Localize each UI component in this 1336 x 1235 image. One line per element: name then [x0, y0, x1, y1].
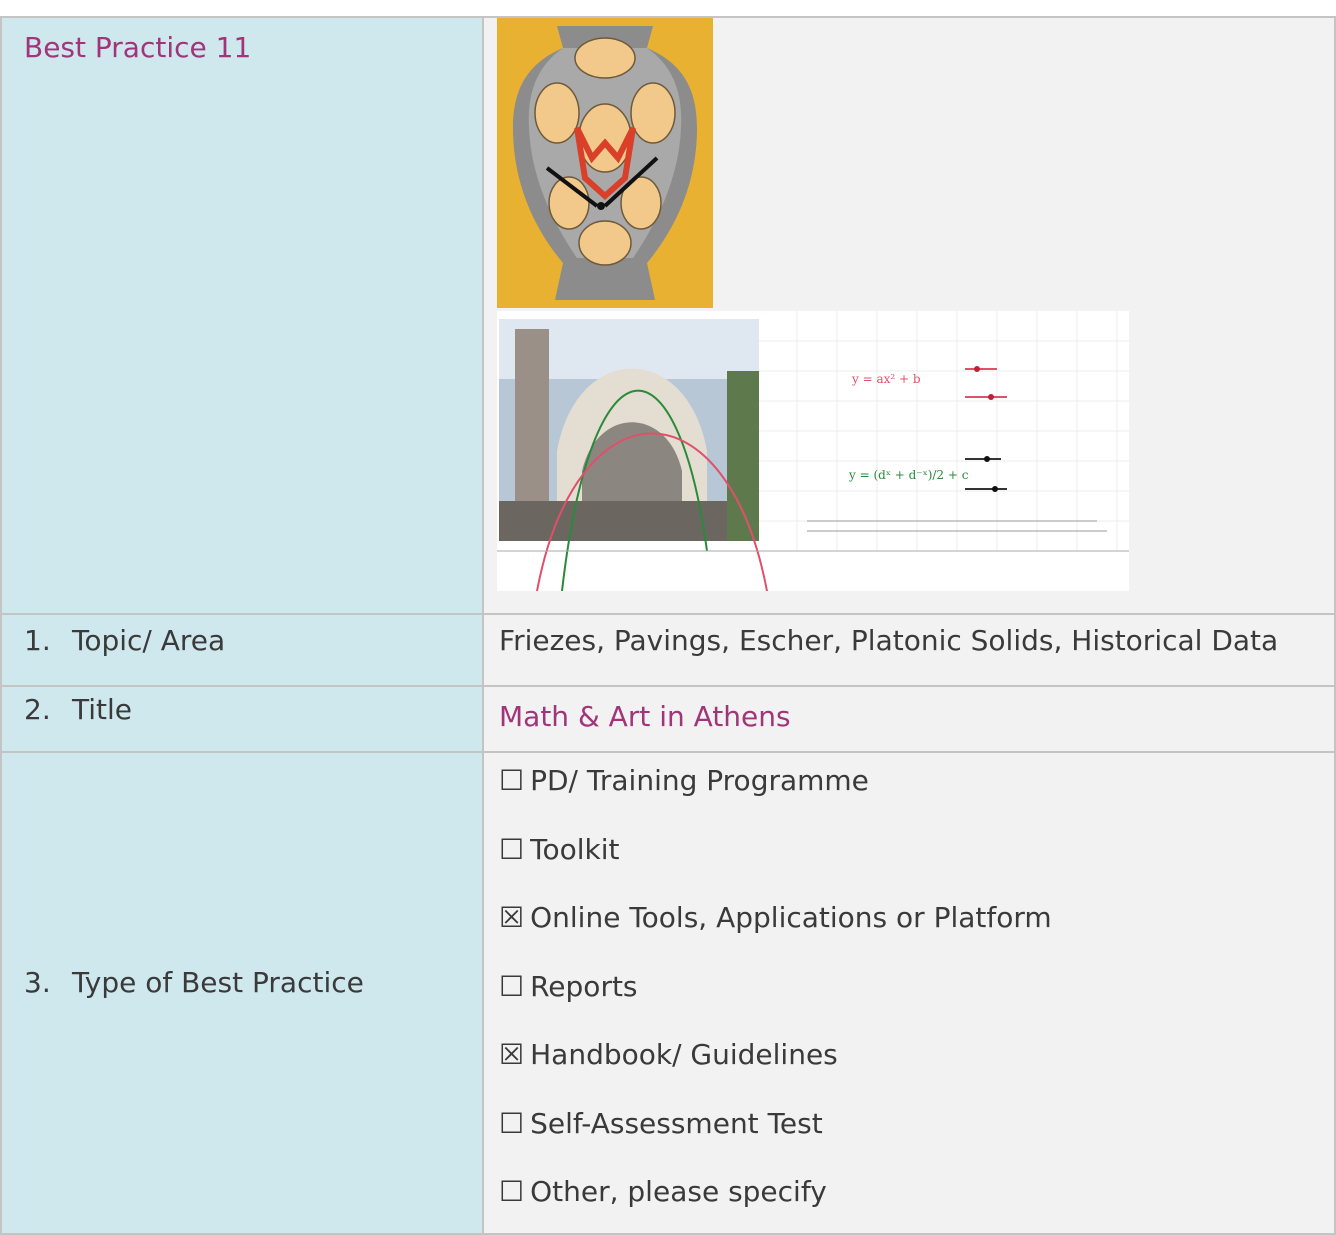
type-label: Type of Best Practice [72, 965, 364, 999]
title-label: Title [72, 693, 133, 726]
checkbox-unchecked-icon[interactable]: ☐ [499, 764, 524, 797]
checkbox-unchecked-icon[interactable]: ☐ [499, 1175, 524, 1208]
option-online-tools[interactable]: ☒ Online Tools, Applications or Platform [499, 890, 1334, 959]
option-label: PD/ Training Programme [530, 764, 869, 797]
option-reports[interactable]: ☐ Reports [499, 959, 1334, 1028]
option-handbook[interactable]: ☒ Handbook/ Guidelines [499, 1027, 1334, 1096]
header-image-cell: y = ax² + b y = (dˣ + d⁻ˣ)/2 + c [482, 16, 1336, 615]
topic-number: 1. [24, 624, 51, 657]
svg-text:y = (dˣ + d⁻ˣ)/2 + c: y = (dˣ + d⁻ˣ)/2 + c [848, 468, 969, 482]
title-value-cell: Math & Art in Athens [482, 685, 1336, 753]
parabola-arch-image: y = ax² + b y = (dˣ + d⁻ˣ)/2 + c [497, 311, 1129, 591]
best-practice-name: Math & Art in Athens [499, 700, 791, 733]
header-label-cell: Best Practice 11 [0, 16, 484, 615]
topic-row: 1. Topic/ Area Friezes, Pavings, Escher,… [0, 613, 1336, 687]
type-options-cell: ☐ PD/ Training Programme ☐ Toolkit ☒ Online… [482, 751, 1336, 1235]
option-label: Online Tools, Applications or Platform [530, 901, 1052, 934]
best-practice-title: Best Practice 11 [24, 31, 252, 64]
option-pd-training[interactable]: ☐ PD/ Training Programme [499, 753, 1334, 822]
checkbox-unchecked-icon[interactable]: ☐ [499, 833, 524, 866]
type-label-cell: 3. Type of Best Practice [0, 751, 484, 1235]
option-other[interactable]: ☐ Other, please specify [499, 1164, 1334, 1233]
svg-text:y = ax² + b: y = ax² + b [851, 372, 921, 386]
type-row: 3. Type of Best Practice ☐ PD/ Training P… [0, 751, 1336, 1235]
option-label: Toolkit [530, 832, 620, 866]
topic-value-cell: Friezes, Pavings, Escher, Platonic Solid… [482, 613, 1336, 687]
title-label-cell: 2. Title [0, 685, 484, 753]
checkbox-checked-icon[interactable]: ☒ [499, 1038, 524, 1071]
checkbox-unchecked-icon[interactable]: ☐ [499, 970, 524, 1003]
title-number: 2. [24, 693, 51, 726]
option-label: Handbook/ Guidelines [530, 1038, 838, 1071]
best-practice-table: Best Practice 11 y = ax² + b y = (dˣ + d… [0, 16, 1336, 1235]
option-label: Other, please specify [530, 1175, 827, 1208]
topic-value: Friezes, Pavings, Escher, Platonic Solid… [499, 624, 1279, 657]
escher-vase-image [497, 18, 713, 308]
topic-label: Topic/ Area [72, 624, 226, 657]
option-toolkit[interactable]: ☐ Toolkit [499, 822, 1334, 891]
checkbox-checked-icon[interactable]: ☒ [499, 901, 524, 934]
option-self-assessment[interactable]: ☐ Self-Assessment Test [499, 1096, 1334, 1165]
title-row: 2. Title Math & Art in Athens [0, 685, 1336, 753]
option-label: Self-Assessment Test [530, 1106, 823, 1140]
topic-label-cell: 1. Topic/ Area [0, 613, 484, 687]
option-label: Reports [530, 969, 638, 1003]
header-row: Best Practice 11 y = ax² + b y = (dˣ + d… [0, 16, 1336, 615]
checkbox-unchecked-icon[interactable]: ☐ [499, 1107, 524, 1140]
type-number: 3. [24, 965, 51, 999]
